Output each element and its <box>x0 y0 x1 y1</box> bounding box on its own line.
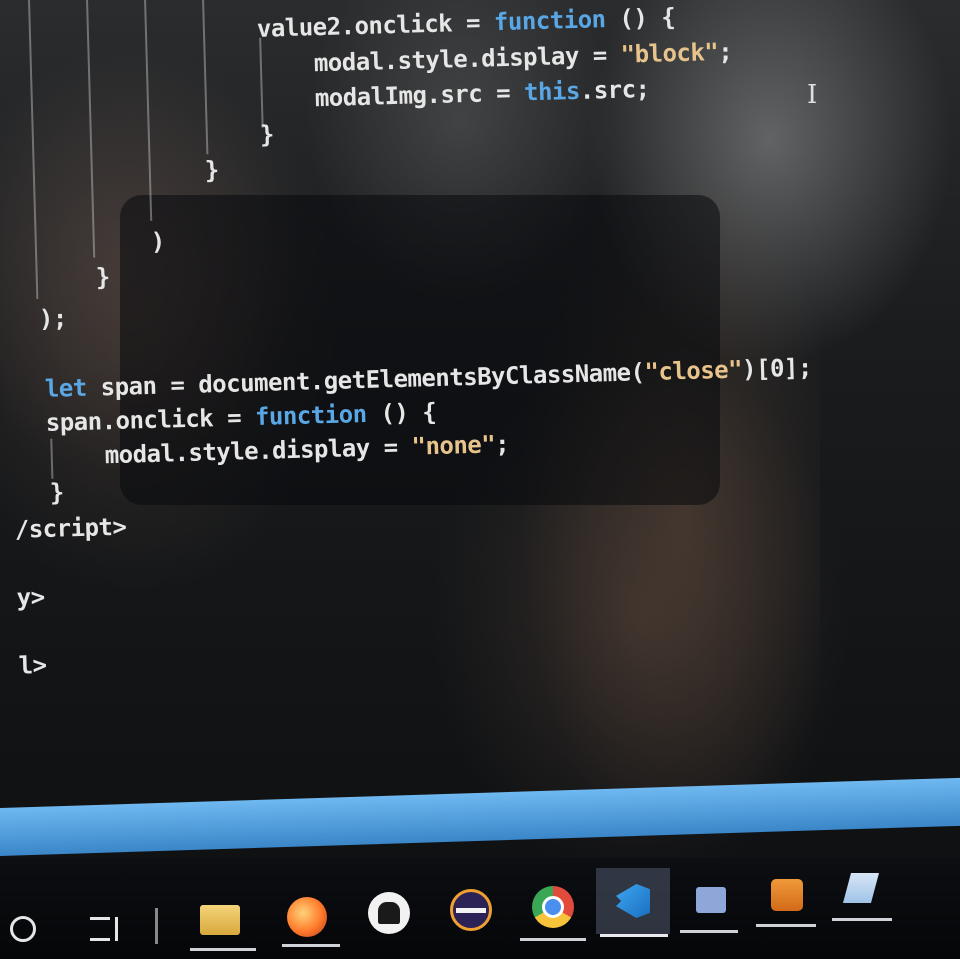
active-indicator <box>600 934 668 937</box>
code-line: ) <box>150 227 166 256</box>
code-line: y> <box>16 582 45 612</box>
code-line: /script> <box>14 512 127 544</box>
active-indicator <box>756 924 816 927</box>
task-view-icon[interactable] <box>86 914 122 944</box>
active-indicator <box>680 930 738 933</box>
cortana-circle-icon[interactable] <box>8 914 38 944</box>
ms-store-icon[interactable] <box>688 878 734 922</box>
code-line: modal.style.display = "block"; <box>313 37 733 78</box>
active-indicator <box>832 918 892 921</box>
notepad-icon[interactable] <box>838 866 884 910</box>
code-line: modalImg.src = this.src; <box>314 74 650 113</box>
active-indicator <box>282 944 340 947</box>
indent-guide <box>259 37 264 128</box>
eclipse-icon[interactable] <box>446 886 496 934</box>
text-cursor-icon: I <box>807 80 818 110</box>
chrome-icon[interactable] <box>528 882 578 932</box>
code-line: } <box>259 120 275 149</box>
indent-guide <box>50 438 54 479</box>
code-line: let span = document.getElementsByClassNa… <box>44 353 813 403</box>
code-line: } <box>204 155 220 185</box>
vscode-icon[interactable] <box>596 868 670 934</box>
indent-guide <box>27 0 39 300</box>
file-explorer-icon[interactable] <box>196 900 244 940</box>
code-line: span.onclick = function () { <box>45 397 437 437</box>
firefox-icon[interactable] <box>282 894 332 940</box>
taskbar <box>0 858 960 959</box>
code-line: } <box>95 263 111 292</box>
active-indicator <box>190 948 256 951</box>
indent-guide <box>143 0 153 221</box>
indent-guide <box>85 0 96 258</box>
code-line: ); <box>38 304 68 334</box>
code-line: l> <box>18 650 47 680</box>
indent-guide <box>201 0 209 155</box>
code-line: } <box>49 478 65 507</box>
active-indicator <box>520 938 586 941</box>
code-line: modal.style.display = "none"; <box>104 429 510 470</box>
code-editor[interactable]: value2.onclick = function () { modal.sty… <box>0 0 960 820</box>
code-line: value2.onclick = function () { <box>256 3 676 43</box>
inkscape-icon[interactable] <box>364 888 414 938</box>
taskbar-divider <box>155 908 158 944</box>
sublime-text-icon[interactable] <box>764 872 810 918</box>
